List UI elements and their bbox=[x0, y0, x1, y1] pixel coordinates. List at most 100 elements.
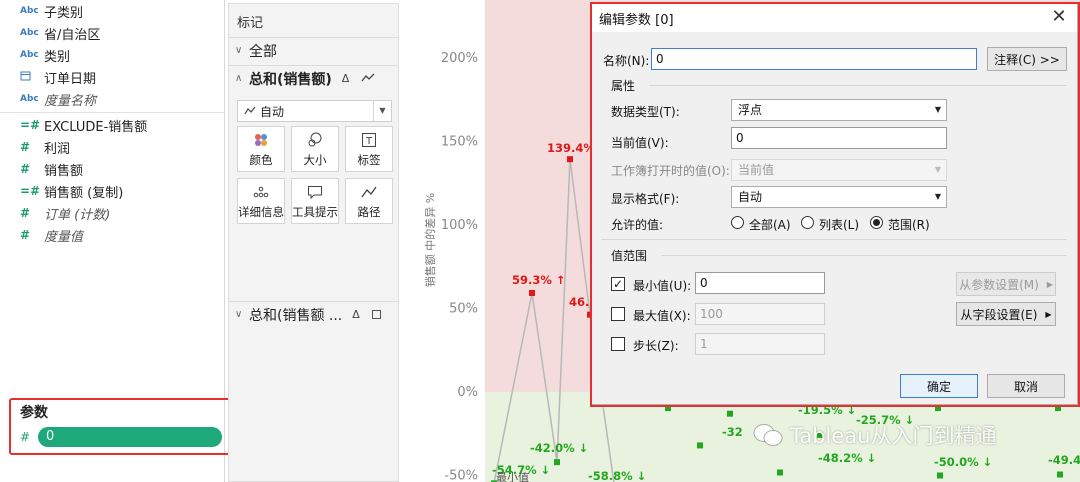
chevron-down-icon: ▼ bbox=[934, 192, 941, 201]
data-point bbox=[554, 459, 560, 466]
edit-parameter-dialog: 编辑参数 [0] ✕ 名称(N): 0 注释(C) >> 属性 数据类型(T):… bbox=[590, 3, 1078, 405]
marks-card2-row[interactable]: ∨ 总和(销售额 ... Δ bbox=[229, 301, 398, 327]
chevron-down-icon: ∨ bbox=[235, 45, 243, 56]
calendar-icon bbox=[0, 70, 44, 84]
data-point bbox=[937, 472, 943, 479]
display-format-select[interactable]: 自动 ▼ bbox=[731, 186, 947, 208]
field-order-count[interactable]: # 订单 (计数) bbox=[0, 202, 224, 224]
min-value-checkbox[interactable]: ✓ bbox=[611, 277, 625, 291]
watermark: Tableau从入门到精通 bbox=[752, 420, 996, 450]
field-label: 度量名称 bbox=[44, 93, 97, 109]
name-input[interactable]: 0 bbox=[651, 48, 977, 70]
line-mark-icon bbox=[244, 106, 256, 115]
marks-card: 标记 ∨ 全部 ∧ 总和(销售额) Δ 自动 ▼ 颜色 大小 T 标签 详细信息… bbox=[228, 3, 399, 482]
radio-list[interactable] bbox=[801, 216, 814, 229]
data-label: -50.0% ↓ bbox=[934, 455, 992, 469]
mark-type-dropdown[interactable]: 自动 ▼ bbox=[237, 100, 392, 122]
marks-all-row[interactable]: ∨ 全部 bbox=[229, 37, 398, 63]
field-profit[interactable]: # 利润 bbox=[0, 136, 224, 158]
min-value-input[interactable]: 0 bbox=[695, 272, 825, 294]
max-value-checkbox[interactable] bbox=[611, 307, 625, 321]
size-button[interactable]: 大小 bbox=[291, 126, 339, 172]
set-from-field-button[interactable]: 从字段设置(E) ▶ bbox=[956, 302, 1056, 326]
size-label: 大小 bbox=[303, 152, 327, 167]
section-divider bbox=[601, 239, 1067, 240]
marks-title: 标记 bbox=[237, 16, 264, 31]
chevron-up-icon: ∧ bbox=[235, 73, 243, 84]
field-label: 度量值 bbox=[44, 229, 84, 245]
display-format-value: 自动 bbox=[738, 190, 763, 204]
min-label: 最小值 bbox=[496, 471, 529, 482]
current-value-input[interactable]: 0 bbox=[731, 127, 947, 149]
field-measure-names[interactable]: Abc 度量名称 bbox=[0, 88, 224, 110]
data-label: -42.0% ↓ bbox=[530, 441, 588, 455]
divider bbox=[0, 112, 224, 113]
field-measure-values[interactable]: # 度量值 bbox=[0, 224, 224, 246]
data-label: -58.8% ↓ bbox=[588, 469, 646, 482]
field-label: 订单 (计数) bbox=[44, 207, 111, 223]
tooltip-button[interactable]: 工具提示 bbox=[291, 178, 339, 224]
field-label: EXCLUDE-销售额 bbox=[44, 119, 148, 135]
square-mark-icon bbox=[371, 310, 381, 319]
delta-icon: Δ bbox=[352, 308, 360, 321]
field-subcategory[interactable]: Abc 子类别 bbox=[0, 0, 224, 22]
radio-range[interactable] bbox=[870, 216, 883, 229]
datatype-value: 浮点 bbox=[738, 103, 763, 117]
data-point bbox=[697, 442, 703, 449]
svg-text:T: T bbox=[365, 136, 373, 147]
data-label: -49.4 bbox=[1048, 453, 1080, 467]
workbook-open-label: 工作簿打开时的值(O): bbox=[611, 164, 730, 178]
measure-icon: # bbox=[20, 228, 31, 242]
tooltip-label: 工具提示 bbox=[292, 204, 338, 219]
chevron-down-icon: ∨ bbox=[235, 309, 243, 320]
comment-button[interactable]: 注释(C) >> bbox=[987, 47, 1067, 71]
set-from-parameter-button: 从参数设置(M) ▶ bbox=[956, 272, 1056, 296]
field-label: 销售额 (复制) bbox=[44, 185, 124, 201]
y-tick-label: 0% bbox=[457, 385, 478, 400]
detail-icon bbox=[253, 186, 269, 197]
ok-button[interactable]: 确定 bbox=[900, 374, 978, 398]
data-point bbox=[529, 289, 535, 296]
range-group-label: 值范围 bbox=[611, 249, 648, 263]
group-divider bbox=[649, 85, 1067, 86]
data-label: -19.5% ↓ bbox=[798, 403, 856, 417]
display-format-label: 显示格式(F): bbox=[611, 192, 680, 206]
y-tick-label: 200% bbox=[441, 51, 478, 66]
delta-icon: Δ bbox=[341, 72, 350, 85]
field-province[interactable]: Abc 省/自治区 bbox=[0, 22, 224, 44]
data-point bbox=[727, 410, 733, 417]
step-checkbox[interactable] bbox=[611, 337, 625, 351]
calc-measure-icon: =# bbox=[20, 184, 41, 198]
label-button[interactable]: T 标签 bbox=[345, 126, 393, 172]
field-label: 销售额 bbox=[44, 163, 84, 179]
field-exclude-sales[interactable]: =# EXCLUDE-销售额 bbox=[0, 114, 224, 136]
detail-label: 详细信息 bbox=[238, 204, 284, 219]
string-field-icon: Abc bbox=[20, 94, 39, 104]
measure-icon: # bbox=[20, 162, 31, 176]
chevron-down-icon: ▼ bbox=[934, 105, 941, 114]
marks-card1-row[interactable]: ∧ 总和(销售额) Δ bbox=[229, 65, 398, 91]
field-label: 订单日期 bbox=[44, 71, 97, 87]
close-icon[interactable]: ✕ bbox=[1049, 7, 1069, 27]
path-button[interactable]: 路径 bbox=[345, 178, 393, 224]
field-sales[interactable]: # 销售额 bbox=[0, 158, 224, 180]
calc-measure-icon: =# bbox=[20, 118, 41, 132]
string-field-icon: Abc bbox=[20, 6, 39, 16]
detail-button[interactable]: 详细信息 bbox=[237, 178, 285, 224]
tooltip-icon bbox=[308, 185, 322, 199]
color-button[interactable]: 颜色 bbox=[237, 126, 285, 172]
data-label: 59.3% ↑ bbox=[512, 273, 566, 287]
line-mark-icon bbox=[361, 72, 375, 86]
field-sales-copy[interactable]: =# 销售额 (复制) bbox=[0, 180, 224, 202]
max-value-input: 100 bbox=[695, 303, 825, 325]
datatype-select[interactable]: 浮点 ▼ bbox=[731, 99, 947, 121]
field-order-date[interactable]: 订单日期 bbox=[0, 66, 224, 88]
field-category[interactable]: Abc 类别 bbox=[0, 44, 224, 66]
marks-all-label: 全部 bbox=[249, 43, 277, 60]
y-tick-label: 100% bbox=[441, 218, 478, 233]
set-from-parameter-label: 从参数设置(M) bbox=[959, 277, 1039, 292]
set-from-field-label: 从字段设置(E) bbox=[960, 307, 1038, 322]
cancel-button[interactable]: 取消 bbox=[987, 374, 1065, 398]
properties-group-label: 属性 bbox=[611, 79, 636, 93]
radio-all[interactable] bbox=[731, 216, 744, 229]
